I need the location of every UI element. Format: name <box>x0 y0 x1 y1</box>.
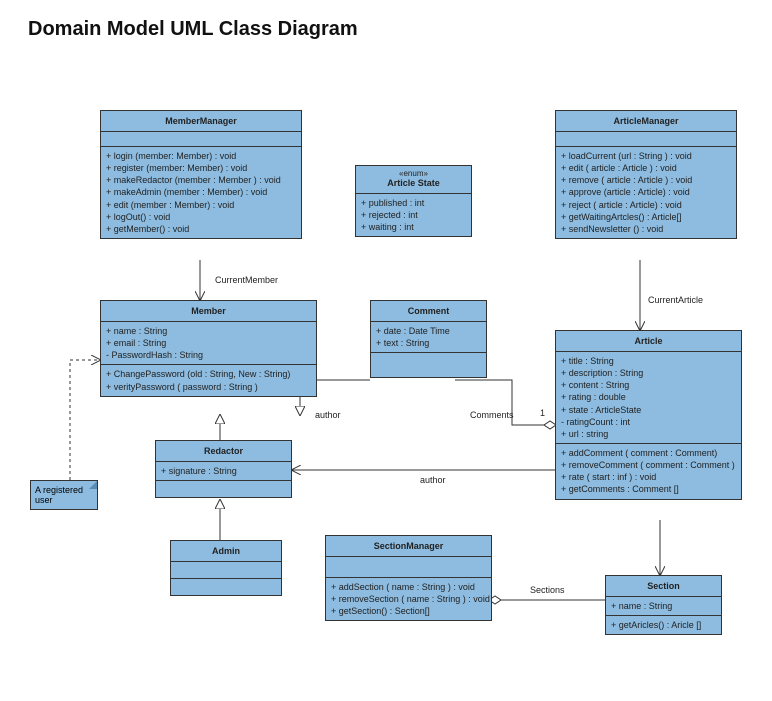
empty-ops <box>371 353 486 377</box>
class-title: Article State <box>356 178 471 194</box>
class-member: Member + name : String + email : String … <box>100 300 317 397</box>
attr: + waiting : int <box>361 221 466 233</box>
op: + removeSection ( name : String ) : void <box>331 593 486 605</box>
ops-section: + addSection ( name : String ) : void + … <box>326 578 491 620</box>
op: + logOut() : void <box>106 211 296 223</box>
class-section-manager: SectionManager + addSection ( name : Str… <box>325 535 492 621</box>
ops-section: + getAricles() : Aricle [] <box>606 616 721 634</box>
label-current-member: CurrentMember <box>215 275 278 285</box>
class-article-manager: ArticleManager + loadCurrent (url : Stri… <box>555 110 737 239</box>
attr: + title : String <box>561 355 736 367</box>
op: + remove ( article : Article ) : void <box>561 174 731 186</box>
op: + getWaitingArtcles() : Article[] <box>561 211 731 223</box>
attrs-section: + date : Date Time + text : String <box>371 322 486 353</box>
op: + makeRedactor (member : Member ) : void <box>106 174 296 186</box>
label-sections: Sections <box>530 585 565 595</box>
class-title: Admin <box>171 541 281 562</box>
attrs-section: + name : String + email : String - Passw… <box>101 322 316 365</box>
op: + login (member: Member) : void <box>106 150 296 162</box>
label-author-1: author <box>315 410 341 420</box>
attrs-section: + name : String <box>606 597 721 616</box>
class-title: Member <box>101 301 316 322</box>
class-title: MemberManager <box>101 111 301 132</box>
attr: + url : string <box>561 428 736 440</box>
note-text: A registered user <box>35 485 83 505</box>
op: + edit ( article : Article ) : void <box>561 162 731 174</box>
op: + addSection ( name : String ) : void <box>331 581 486 593</box>
op: + getComments : Comment [] <box>561 483 736 495</box>
op: + sendNewsletter () : void <box>561 223 731 235</box>
attrs-section: + signature : String <box>156 462 291 481</box>
class-member-manager: MemberManager + login (member: Member) :… <box>100 110 302 239</box>
op: + getSection() : Section[] <box>331 605 486 617</box>
attr: + published : int <box>361 197 466 209</box>
op: + getMember() : void <box>106 223 296 235</box>
label-comments: Comments <box>470 410 514 420</box>
ops-section: + loadCurrent (url : String ) : void + e… <box>556 147 736 238</box>
class-comment: Comment + date : Date Time + text : Stri… <box>370 300 487 378</box>
label-author-2: author <box>420 475 446 485</box>
op: + addComment ( comment : Comment) <box>561 447 736 459</box>
attr: + date : Date Time <box>376 325 481 337</box>
op: + loadCurrent (url : String ) : void <box>561 150 731 162</box>
attr: + email : String <box>106 337 311 349</box>
class-title: SectionManager <box>326 536 491 557</box>
empty-attrs <box>101 132 301 147</box>
attr: + name : String <box>611 600 716 612</box>
attr: + rating : double <box>561 391 736 403</box>
class-redactor: Redactor + signature : String <box>155 440 292 498</box>
attr: + rejected : int <box>361 209 466 221</box>
attr: + text : String <box>376 337 481 349</box>
label-current-article: CurrentArticle <box>648 295 703 305</box>
empty-attrs <box>171 562 281 579</box>
class-title: Article <box>556 331 741 352</box>
op: + register (member: Member) : void <box>106 162 296 174</box>
op: + rate ( start : inf ) : void <box>561 471 736 483</box>
label-one: 1 <box>540 408 545 418</box>
note-registered-user: A registered user <box>30 480 98 510</box>
empty-attrs <box>556 132 736 147</box>
op: + approve (article : Article) : void <box>561 186 731 198</box>
class-title: Redactor <box>156 441 291 462</box>
attr: - PasswordHash : String <box>106 349 311 361</box>
attr: + name : String <box>106 325 311 337</box>
op: + verityPassword ( password : String ) <box>106 381 311 393</box>
class-article: Article + title : String + description :… <box>555 330 742 500</box>
op: + edit (member : Member) : void <box>106 199 296 211</box>
attr: + description : String <box>561 367 736 379</box>
class-section: Section + name : String + getAricles() :… <box>605 575 722 635</box>
attrs-section: + title : String + description : String … <box>556 352 741 444</box>
ops-section: + login (member: Member) : void + regist… <box>101 147 301 238</box>
op: + reject ( article : Article) : void <box>561 199 731 211</box>
op: + makeAdmin (member : Member) : void <box>106 186 296 198</box>
empty-ops <box>156 481 291 497</box>
attr: - ratingCount : int <box>561 416 736 428</box>
page-title: Domain Model UML Class Diagram <box>28 18 358 41</box>
empty-ops <box>171 579 281 595</box>
class-title: ArticleManager <box>556 111 736 132</box>
class-title: Section <box>606 576 721 597</box>
stereotype: «enum» <box>356 166 471 178</box>
attr: + state : ArticleState <box>561 404 736 416</box>
attrs-section: + published : int + rejected : int + wai… <box>356 194 471 236</box>
op: + getAricles() : Aricle [] <box>611 619 716 631</box>
ops-section: + addComment ( comment : Comment) + remo… <box>556 444 741 499</box>
class-admin: Admin <box>170 540 282 596</box>
op: + removeComment ( comment : Comment ) <box>561 459 736 471</box>
op: + ChangePassword (old : String, New : St… <box>106 368 311 380</box>
attr: + signature : String <box>161 465 286 477</box>
attr: + content : String <box>561 379 736 391</box>
empty-attrs <box>326 557 491 578</box>
ops-section: + ChangePassword (old : String, New : St… <box>101 365 316 395</box>
class-article-state: «enum» Article State + published : int +… <box>355 165 472 237</box>
class-title: Comment <box>371 301 486 322</box>
